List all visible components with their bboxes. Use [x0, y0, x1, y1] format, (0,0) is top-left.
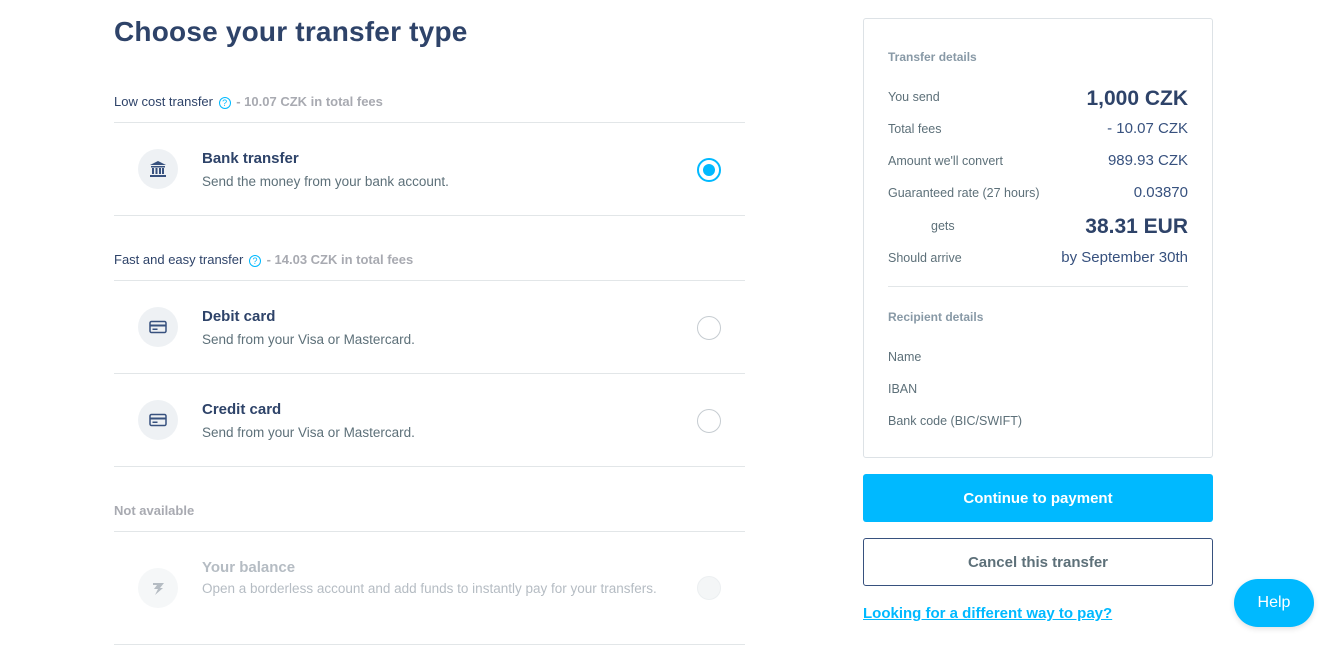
- recipient-name-label: Name: [888, 350, 922, 364]
- divider: [114, 466, 745, 467]
- wise-flag-icon: [138, 568, 178, 608]
- option-description: Open a borderless account and add funds …: [202, 581, 657, 596]
- gets-label: gets: [931, 219, 955, 233]
- radio-debit-card[interactable]: [697, 316, 721, 340]
- continue-to-payment-button[interactable]: Continue to payment: [863, 474, 1213, 522]
- bank-icon: [138, 149, 178, 189]
- option-credit-card[interactable]: Credit card Send from your Visa or Maste…: [114, 374, 745, 466]
- amount-convert-value: 989.93 CZK: [1107, 152, 1188, 169]
- gets-value: 38.31 EUR: [1085, 215, 1188, 238]
- radio-bank-transfer[interactable]: [697, 158, 721, 182]
- total-fees-value: - 10.07 CZK: [1107, 120, 1188, 137]
- you-send-value: 1,000 CZK: [1086, 87, 1188, 110]
- recipient-iban-label: IBAN: [888, 382, 918, 396]
- option-your-balance: Your balance Open a borderless account a…: [114, 532, 745, 644]
- option-title: Debit card: [202, 308, 276, 325]
- group-fees: - 14.03 CZK in total fees: [262, 252, 414, 267]
- option-bank-transfer[interactable]: Bank transfer Send the money from your b…: [114, 123, 745, 215]
- arrive-value: by September 30th: [1061, 249, 1188, 266]
- recipient-bank-code-label: Bank code (BIC/SWIFT): [888, 414, 1023, 428]
- option-title: Bank transfer: [202, 150, 299, 167]
- card-icon: [138, 307, 178, 347]
- option-description: Send from your Visa or Mastercard.: [202, 425, 415, 440]
- group-label: Not available: [114, 503, 195, 518]
- option-description: Send from your Visa or Mastercard.: [202, 332, 415, 347]
- divider: [114, 644, 745, 645]
- transfer-details-heading: Transfer details: [888, 50, 977, 64]
- group-fees: - 10.07 CZK in total fees: [232, 94, 383, 109]
- page-title: Choose your transfer type: [114, 16, 468, 47]
- arrive-label: Should arrive: [888, 251, 962, 265]
- recipient-details-heading: Recipient details: [888, 310, 984, 324]
- card-divider: [888, 286, 1188, 287]
- option-title: Your balance: [202, 559, 296, 576]
- option-title: Credit card: [202, 401, 282, 418]
- group-heading-low-cost: Low cost transfer ? - 10.07 CZK in total…: [114, 94, 383, 109]
- transfer-details-card: Transfer details You send 1,000 CZK Tota…: [863, 18, 1213, 458]
- group-heading-not-available: Not available: [114, 503, 194, 518]
- help-icon[interactable]: ?: [218, 97, 231, 109]
- radio-your-balance: [697, 576, 721, 600]
- group-label: Fast and easy transfer: [114, 252, 244, 267]
- group-heading-fast-easy: Fast and easy transfer ? - 14.03 CZK in …: [114, 252, 413, 267]
- option-description: Send the money from your bank account.: [202, 174, 449, 189]
- card-icon: [138, 400, 178, 440]
- divider: [114, 215, 745, 216]
- rate-label: Guaranteed rate (27 hours): [888, 186, 1040, 200]
- radio-credit-card[interactable]: [697, 409, 721, 433]
- option-debit-card[interactable]: Debit card Send from your Visa or Master…: [114, 281, 745, 373]
- you-send-label: You send: [888, 90, 940, 104]
- different-way-to-pay-link[interactable]: Looking for a different way to pay?: [863, 605, 1112, 622]
- cancel-transfer-button[interactable]: Cancel this transfer: [863, 538, 1213, 586]
- help-icon[interactable]: ?: [248, 255, 261, 267]
- total-fees-label: Total fees: [888, 122, 942, 136]
- rate-value: 0.03870: [1133, 184, 1188, 201]
- group-label: Low cost transfer: [114, 94, 213, 109]
- amount-convert-label: Amount we'll convert: [888, 154, 1003, 168]
- help-button[interactable]: Help: [1234, 579, 1314, 627]
